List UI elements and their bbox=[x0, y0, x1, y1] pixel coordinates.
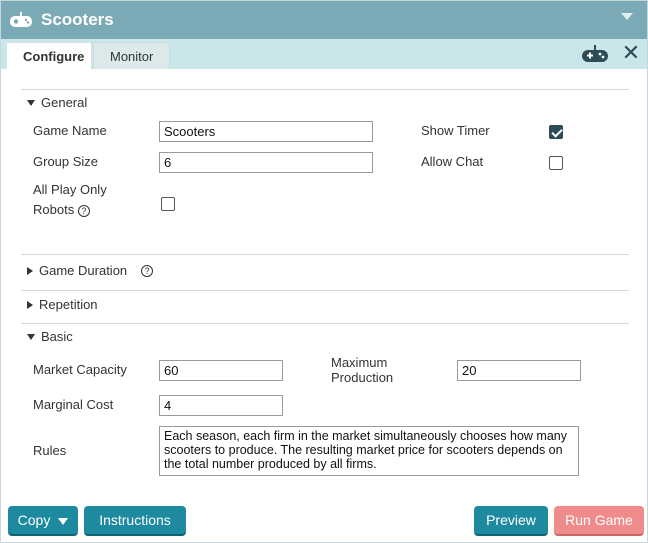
marginal-cost-input[interactable] bbox=[159, 395, 283, 416]
divider bbox=[21, 290, 629, 291]
chevron-down-icon bbox=[27, 333, 35, 340]
window-title: Scooters bbox=[41, 10, 114, 29]
market-capacity-label: Market Capacity bbox=[33, 362, 127, 377]
show-timer-label: Show Timer bbox=[421, 123, 490, 138]
game-name-label: Game Name bbox=[33, 123, 107, 138]
section-basic-toggle[interactable]: Basic bbox=[27, 329, 73, 344]
preview-button[interactable]: Preview bbox=[474, 506, 548, 536]
tab-bar: Configure Monitor bbox=[1, 39, 647, 69]
chevron-down-icon bbox=[27, 99, 35, 106]
gamepad-icon[interactable] bbox=[581, 44, 609, 64]
copy-button[interactable]: Copy bbox=[8, 506, 78, 536]
gamepad-icon bbox=[10, 12, 32, 27]
help-icon[interactable]: ? bbox=[77, 204, 90, 217]
market-capacity-input[interactable] bbox=[159, 360, 283, 381]
rules-textarea[interactable]: Each season, each firm in the market sim… bbox=[159, 426, 579, 476]
divider bbox=[21, 89, 629, 90]
marginal-cost-label: Marginal Cost bbox=[33, 397, 114, 412]
collapse-caret-icon[interactable] bbox=[621, 13, 633, 20]
game-name-input[interactable] bbox=[159, 121, 373, 142]
title-bar: Scooters bbox=[1, 1, 647, 39]
all-play-robots-checkbox[interactable] bbox=[161, 197, 175, 211]
divider bbox=[21, 254, 629, 255]
section-game-duration-label: Game Duration bbox=[39, 263, 128, 278]
section-repetition-toggle[interactable]: Repetition bbox=[27, 297, 98, 312]
copy-button-label: Copy bbox=[17, 512, 51, 528]
section-general-label: General bbox=[41, 95, 88, 110]
chevron-right-icon bbox=[27, 266, 33, 275]
close-icon[interactable]: ✕ bbox=[621, 42, 641, 64]
divider bbox=[21, 323, 629, 324]
section-basic-label: Basic bbox=[41, 329, 73, 344]
section-game-duration-toggle[interactable]: Game Duration ? bbox=[27, 263, 154, 278]
maximum-production-input[interactable] bbox=[457, 360, 581, 381]
run-game-button[interactable]: Run Game bbox=[554, 506, 644, 536]
rules-label: Rules bbox=[33, 443, 67, 458]
section-general-toggle[interactable]: General bbox=[27, 95, 87, 110]
tab-monitor[interactable]: Monitor bbox=[93, 42, 170, 69]
all-play-robots-label-line2: Robots bbox=[33, 202, 75, 217]
chevron-right-icon bbox=[27, 300, 33, 309]
maximum-production-label-line2: Production bbox=[331, 370, 394, 385]
game-config-window: Scooters Configure Monitor ✕ General Gam… bbox=[0, 0, 648, 543]
group-size-label: Group Size bbox=[33, 154, 99, 169]
tab-configure[interactable]: Configure bbox=[6, 42, 92, 69]
group-size-input[interactable] bbox=[159, 152, 373, 173]
allow-chat-label: Allow Chat bbox=[421, 154, 484, 169]
help-icon[interactable]: ? bbox=[141, 264, 154, 277]
section-repetition-label: Repetition bbox=[39, 297, 98, 312]
all-play-robots-label: Robots ? bbox=[33, 200, 90, 220]
all-play-robots-label-line1: All Play Only bbox=[33, 182, 107, 197]
allow-chat-checkbox[interactable] bbox=[549, 156, 563, 170]
show-timer-checkbox[interactable] bbox=[549, 125, 563, 139]
instructions-button[interactable]: Instructions bbox=[84, 506, 186, 536]
chevron-down-icon bbox=[58, 517, 69, 525]
